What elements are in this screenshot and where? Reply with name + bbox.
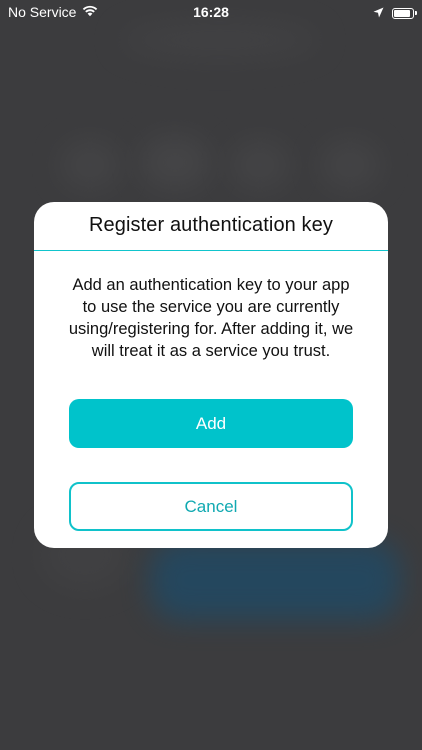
background-blur-shape: [150, 540, 400, 620]
dialog-message: Add an authentication key to your app to…: [68, 276, 354, 360]
status-bar: No Service 16:28: [0, 0, 422, 24]
register-key-dialog: Register authentication key Add an authe…: [34, 202, 388, 548]
cancel-button[interactable]: Cancel: [69, 482, 353, 531]
background-blur-shape: [120, 20, 320, 60]
background-blur-shape: [140, 135, 210, 190]
status-right: [373, 5, 417, 21]
dialog-title: Register authentication key: [89, 214, 333, 236]
location-arrow-icon: [373, 5, 384, 21]
background-blur-shape: [320, 140, 380, 190]
add-button[interactable]: Add: [69, 399, 353, 448]
background-blur-shape: [60, 140, 120, 190]
background-blur-shape: [230, 140, 290, 190]
status-time: 16:28: [193, 4, 229, 20]
title-divider: [34, 250, 388, 251]
battery-icon: [392, 7, 417, 19]
